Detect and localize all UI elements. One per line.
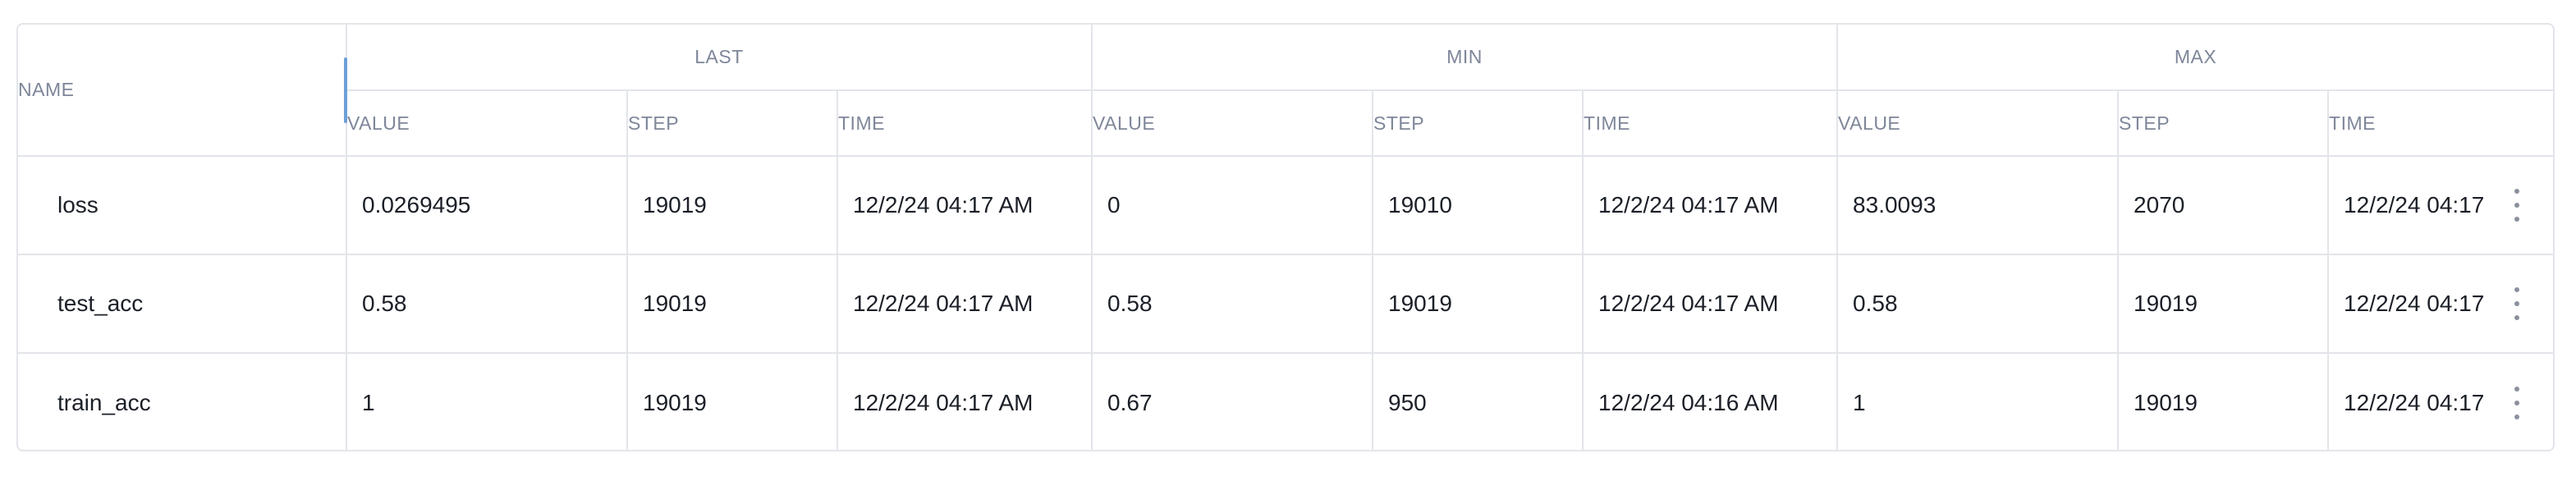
column-header-name[interactable]: NAME bbox=[18, 25, 347, 157]
max-step: 19019 bbox=[2117, 254, 2329, 353]
metric-name: train_acc bbox=[18, 352, 346, 450]
last-value: 1 bbox=[346, 352, 627, 450]
max-time: 12/2/24 04:17 AM bbox=[2344, 389, 2484, 415]
metric-name: test_acc bbox=[18, 254, 346, 353]
last-value: 0.58 bbox=[346, 254, 627, 353]
min-value: 0.58 bbox=[1091, 254, 1373, 353]
last-step: 19019 bbox=[626, 254, 837, 353]
table-row: train_acc 1 19019 12/2/24 04:17 AM 0.67 … bbox=[18, 352, 2553, 450]
column-header-max-step[interactable]: STEP bbox=[2117, 90, 2329, 157]
min-value: 0.67 bbox=[1091, 352, 1373, 450]
column-header-min-time[interactable]: TIME bbox=[1582, 90, 1838, 157]
last-time: 12/2/24 04:17 AM bbox=[836, 352, 1093, 450]
column-header-min-value[interactable]: VALUE bbox=[1091, 90, 1373, 157]
min-step: 19019 bbox=[1372, 254, 1584, 353]
max-step: 19019 bbox=[2117, 352, 2329, 450]
last-value: 0.0269495 bbox=[346, 156, 627, 254]
max-value: 0.58 bbox=[1836, 254, 2119, 353]
max-time-cell: 12/2/24 04:17 AM bbox=[2327, 352, 2553, 450]
max-value: 83.0093 bbox=[1836, 156, 2119, 254]
min-time: 12/2/24 04:17 AM bbox=[1582, 254, 1838, 353]
max-time-cell: 12/2/24 04:17 AM bbox=[2327, 254, 2553, 353]
group-header-min: MIN bbox=[1091, 25, 1838, 91]
min-step: 19010 bbox=[1372, 156, 1584, 254]
table-row: test_acc 0.58 19019 12/2/24 04:17 AM 0.5… bbox=[18, 254, 2553, 353]
column-resize-handle[interactable] bbox=[344, 57, 347, 123]
max-time: 12/2/24 04:17 AM bbox=[2344, 291, 2484, 316]
metrics-table-container: NAME LAST MIN MAX VALUE STEP TIME VALUE … bbox=[16, 23, 2555, 451]
group-header-last: LAST bbox=[345, 25, 1093, 91]
last-step: 19019 bbox=[626, 352, 837, 450]
max-value: 1 bbox=[1836, 352, 2119, 450]
column-header-max-time[interactable]: TIME bbox=[2327, 90, 2553, 157]
max-time: 12/2/24 04:17 AM bbox=[2344, 192, 2484, 218]
more-vertical-icon[interactable] bbox=[2507, 189, 2527, 222]
last-time: 12/2/24 04:17 AM bbox=[836, 156, 1093, 254]
column-header-last-step[interactable]: STEP bbox=[626, 90, 837, 157]
max-time-cell: 12/2/24 04:17 AM bbox=[2327, 156, 2553, 254]
group-header-max: MAX bbox=[1836, 25, 2553, 91]
min-time: 12/2/24 04:17 AM bbox=[1582, 156, 1838, 254]
more-vertical-icon[interactable] bbox=[2507, 287, 2527, 320]
column-header-min-step[interactable]: STEP bbox=[1372, 90, 1584, 157]
last-step: 19019 bbox=[626, 156, 837, 254]
min-time: 12/2/24 04:16 AM bbox=[1582, 352, 1838, 450]
table-row: loss 0.0269495 19019 12/2/24 04:17 AM 0 … bbox=[18, 156, 2553, 254]
metric-name: loss bbox=[57, 192, 99, 218]
min-step: 950 bbox=[1372, 352, 1584, 450]
max-step: 2070 bbox=[2117, 156, 2329, 254]
metrics-table: NAME LAST MIN MAX VALUE STEP TIME VALUE … bbox=[18, 25, 2553, 450]
column-header-max-value[interactable]: VALUE bbox=[1836, 90, 2119, 157]
last-time: 12/2/24 04:17 AM bbox=[836, 254, 1093, 353]
more-vertical-icon[interactable] bbox=[2507, 386, 2527, 419]
column-header-last-value[interactable]: VALUE bbox=[346, 90, 627, 157]
column-header-last-time[interactable]: TIME bbox=[836, 90, 1093, 157]
min-value: 0 bbox=[1091, 156, 1373, 254]
